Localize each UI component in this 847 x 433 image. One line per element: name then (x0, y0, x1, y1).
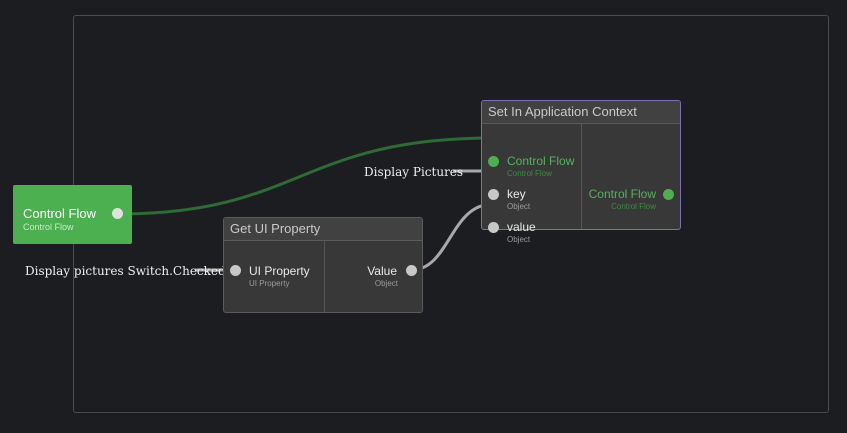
control-flow-input-label: Control Flow (507, 154, 575, 168)
value-input-label: value (507, 220, 536, 234)
set-in-app-context-title: Set In Application Context (482, 101, 680, 124)
set-in-app-context-node[interactable]: Set In Application Context Control Flow … (481, 100, 681, 244)
ui-property-input-type: UI Property (249, 279, 290, 288)
control-flow-input-type: Control Flow (507, 169, 552, 178)
ui-property-input-dot[interactable] (230, 265, 241, 276)
column-divider (581, 123, 582, 229)
key-input-dot[interactable] (488, 189, 499, 200)
get-ui-property-node[interactable]: Get UI Property UI Property UI Property … (223, 217, 423, 313)
control-flow-node[interactable]: Control Flow Control Flow (13, 185, 132, 244)
value-input-type: Object (507, 235, 531, 244)
control-flow-node-sublabel: Control Flow (23, 222, 74, 232)
control-flow-input-dot[interactable] (488, 156, 499, 167)
value-input-dot[interactable] (488, 222, 499, 233)
key-constant[interactable]: Display Pictures (364, 165, 463, 179)
ui-property-constant[interactable]: Display pictures Switch.Checked (25, 264, 226, 278)
control-flow-output-type: Control Flow (611, 202, 656, 211)
value-output-label: Value (367, 264, 397, 278)
control-flow-output-dot[interactable] (663, 189, 674, 200)
ui-property-input-label: UI Property (249, 264, 310, 278)
key-input-type: Object (507, 202, 531, 211)
get-ui-property-title: Get UI Property (224, 218, 422, 241)
control-flow-output-label: Control Flow (588, 187, 656, 201)
value-output-type: Object (374, 279, 398, 288)
control-flow-node-label: Control Flow (23, 206, 96, 221)
value-output-dot[interactable] (406, 265, 417, 276)
control-flow-output-port[interactable] (112, 208, 123, 219)
key-input-label: key (507, 187, 526, 201)
